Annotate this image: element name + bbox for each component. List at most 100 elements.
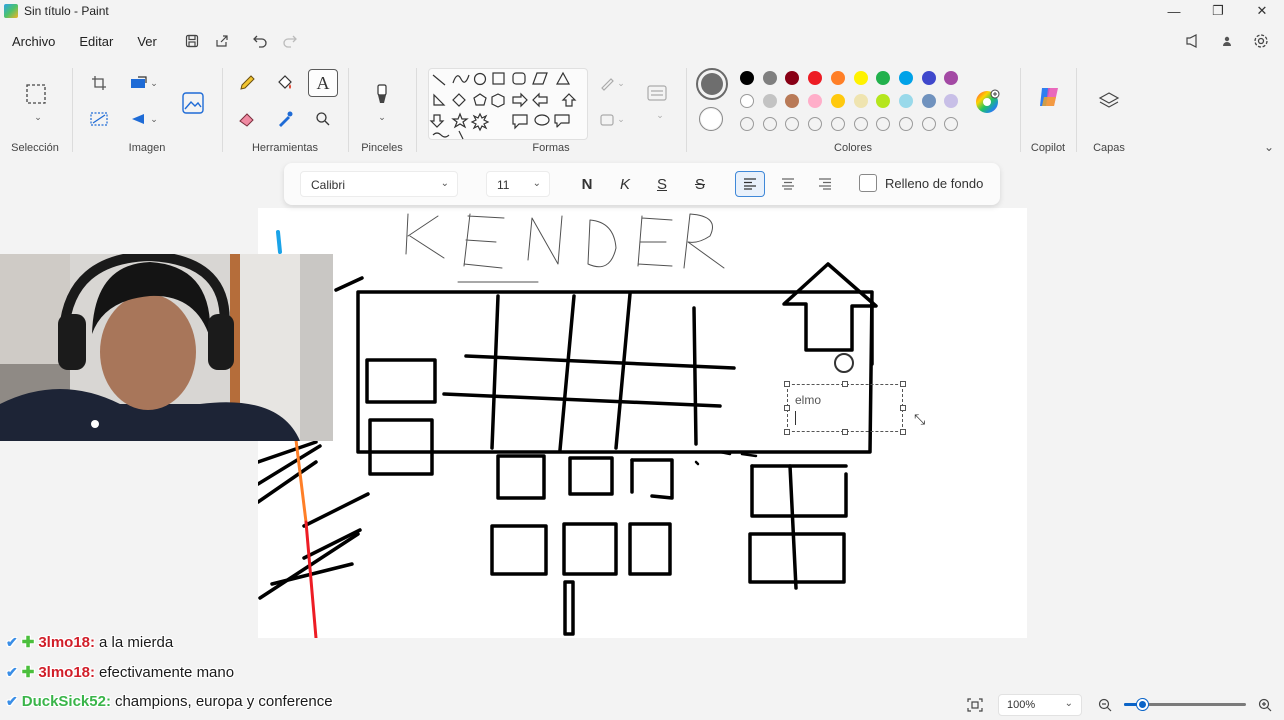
ribbon-collapse-chevron-icon[interactable]: ⌄ xyxy=(1258,138,1278,156)
color-swatch[interactable] xyxy=(830,71,845,85)
magnifier-icon[interactable] xyxy=(310,106,336,132)
image-generator-icon[interactable] xyxy=(178,88,208,118)
eraser-icon[interactable] xyxy=(234,106,260,132)
italic-button[interactable]: K xyxy=(611,171,639,197)
empty-color-swatch[interactable] xyxy=(740,117,754,131)
chat-username: 3lmo18: xyxy=(38,663,96,681)
rotate-icon[interactable]: ⌄ xyxy=(124,106,164,132)
account-icon[interactable] xyxy=(1212,27,1242,55)
zoom-slider-thumb[interactable] xyxy=(1137,699,1148,710)
secondary-color-swatch[interactable] xyxy=(699,107,723,131)
color-swatch[interactable] xyxy=(921,94,936,108)
resize-handle[interactable] xyxy=(784,381,790,387)
align-left-button[interactable] xyxy=(735,171,765,197)
underline-button[interactable]: S xyxy=(648,171,676,197)
bold-button[interactable]: N xyxy=(573,171,601,197)
resize-handle[interactable] xyxy=(900,429,906,435)
color-swatch[interactable] xyxy=(898,94,913,108)
resize-handle[interactable] xyxy=(784,405,790,411)
empty-color-swatch[interactable] xyxy=(785,117,800,131)
primary-color-swatch[interactable] xyxy=(696,68,728,100)
feedback-icon[interactable] xyxy=(1178,27,1208,55)
resize-handle[interactable] xyxy=(900,381,906,387)
empty-color-swatch[interactable] xyxy=(853,117,868,131)
redo-icon[interactable] xyxy=(275,27,305,55)
color-swatch[interactable] xyxy=(762,71,777,85)
color-swatch[interactable] xyxy=(876,94,891,108)
empty-color-swatch[interactable] xyxy=(808,117,823,131)
layers-icon[interactable] xyxy=(1096,88,1122,114)
resize-icon[interactable]: ⌄ xyxy=(124,70,164,96)
undo-icon[interactable] xyxy=(245,27,275,55)
shapes-gallery[interactable] xyxy=(428,68,588,140)
shape-style-chevron-icon[interactable]: ⌄ xyxy=(646,108,672,122)
color-swatch[interactable] xyxy=(921,71,936,85)
copilot-icon[interactable] xyxy=(1034,82,1064,112)
restore-button[interactable]: ❐ xyxy=(1196,0,1240,22)
shape-fill-icon[interactable]: ⌄ xyxy=(596,106,628,132)
color-swatch[interactable] xyxy=(785,94,800,108)
drawing-canvas[interactable] xyxy=(258,208,1027,638)
empty-color-swatch[interactable] xyxy=(876,117,891,131)
zoom-out-icon[interactable] xyxy=(1092,692,1118,718)
font-family-select[interactable]: Calibri ⌄ xyxy=(300,171,458,197)
pencil-icon[interactable] xyxy=(234,70,260,96)
color-swatch[interactable] xyxy=(898,71,913,85)
background-fill-checkbox[interactable] xyxy=(859,174,877,192)
text-box-content[interactable]: elmo xyxy=(795,393,821,407)
fill-bucket-icon[interactable] xyxy=(272,70,298,96)
empty-color-swatch[interactable] xyxy=(898,117,913,131)
edit-colors-icon[interactable] xyxy=(972,86,1002,116)
color-swatch[interactable] xyxy=(944,94,959,108)
share-icon[interactable] xyxy=(207,27,237,55)
rotate-handle[interactable] xyxy=(834,353,854,373)
canvas-text-box[interactable]: elmo xyxy=(784,381,906,435)
color-swatch[interactable] xyxy=(830,94,845,108)
text-tool-icon[interactable]: A xyxy=(308,69,338,97)
resize-handle[interactable] xyxy=(842,381,848,387)
empty-color-swatch[interactable] xyxy=(921,117,936,131)
shape-outline-icon[interactable]: ⌄ xyxy=(596,70,628,96)
selection-chevron-down-icon[interactable]: ⌄ xyxy=(24,110,50,124)
crop-icon[interactable] xyxy=(86,70,112,96)
color-swatch[interactable] xyxy=(808,94,823,108)
color-swatch[interactable] xyxy=(740,94,754,108)
zoom-in-icon[interactable] xyxy=(1252,692,1278,718)
color-swatch[interactable] xyxy=(808,71,823,85)
select-all-icon[interactable] xyxy=(86,106,112,132)
minimize-button[interactable]: — xyxy=(1152,0,1196,22)
empty-color-swatch[interactable] xyxy=(762,117,777,131)
color-swatch[interactable] xyxy=(876,71,891,85)
color-swatch[interactable] xyxy=(853,71,868,85)
shape-style-icon[interactable] xyxy=(642,80,672,106)
brushes-chevron-down-icon[interactable]: ⌄ xyxy=(368,110,394,124)
selection-rectangle-icon[interactable] xyxy=(22,80,50,108)
color-swatch[interactable] xyxy=(785,71,800,85)
fit-to-window-icon[interactable] xyxy=(962,692,988,718)
align-center-button[interactable] xyxy=(774,171,802,197)
align-right-button[interactable] xyxy=(811,171,839,197)
resize-handle[interactable] xyxy=(842,429,848,435)
color-picker-icon[interactable] xyxy=(272,106,298,132)
resize-handle[interactable] xyxy=(784,429,790,435)
font-size-select[interactable]: 11 ⌄ xyxy=(486,171,550,197)
colors-group-label: Colores xyxy=(834,142,872,154)
background-fill-option[interactable]: Relleno de fondo xyxy=(859,174,983,192)
settings-gear-icon[interactable] xyxy=(1246,27,1276,55)
menu-edit[interactable]: Editar xyxy=(67,34,125,49)
color-swatch[interactable] xyxy=(740,71,754,85)
save-icon[interactable] xyxy=(177,27,207,55)
zoom-select[interactable]: 100% ⌄ xyxy=(998,694,1082,716)
menu-file[interactable]: Archivo xyxy=(0,34,67,49)
brushes-group: ⌄ Pinceles xyxy=(350,60,414,160)
color-swatch[interactable] xyxy=(944,71,959,85)
brush-icon[interactable] xyxy=(368,80,396,108)
menu-view[interactable]: Ver xyxy=(125,34,169,49)
color-swatch[interactable] xyxy=(762,94,777,108)
strikethrough-button[interactable]: S xyxy=(686,171,714,197)
close-button[interactable]: ✕ xyxy=(1240,0,1284,22)
empty-color-swatch[interactable] xyxy=(830,117,845,131)
color-swatch[interactable] xyxy=(853,94,868,108)
resize-handle[interactable] xyxy=(900,405,906,411)
empty-color-swatch[interactable] xyxy=(944,117,959,131)
